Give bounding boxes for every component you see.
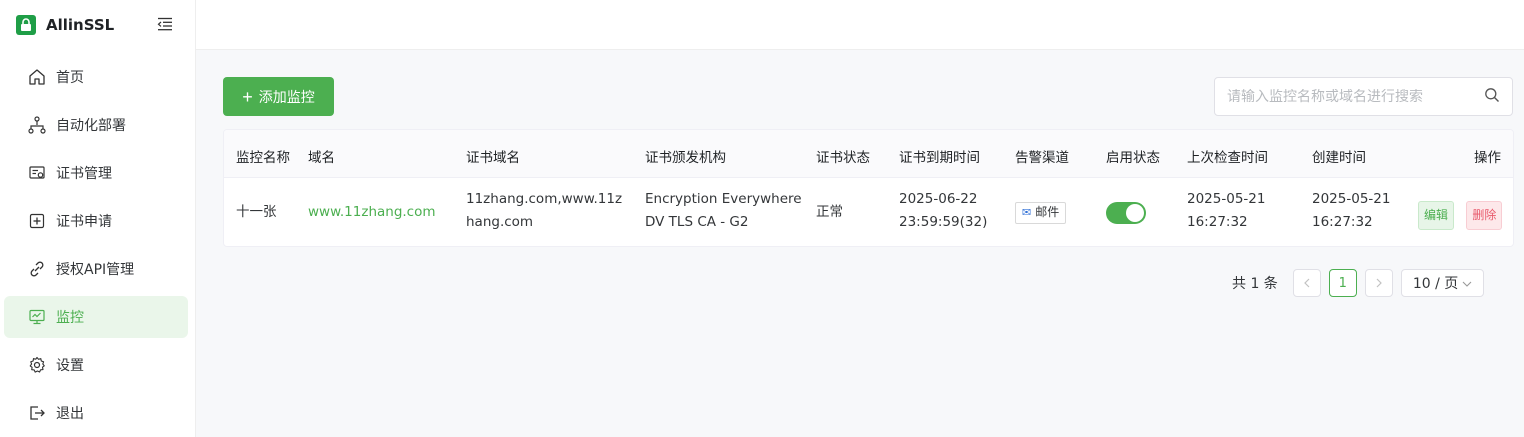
created-time: 16:27:32 bbox=[1312, 214, 1373, 230]
last-check-time: 16:27:32 bbox=[1187, 214, 1248, 230]
logout-icon bbox=[28, 404, 46, 422]
sidebar-nav: 首页 自动化部署 证书管理 证书申请 授权API管理 监控 设置 退出 bbox=[4, 56, 188, 437]
lock-logo-icon bbox=[16, 15, 36, 35]
app-name: AllinSSL bbox=[46, 16, 115, 34]
add-monitor-label: 添加监控 bbox=[258, 88, 315, 105]
actions-cell: 编辑 删除 bbox=[1418, 201, 1503, 230]
search-icon[interactable] bbox=[1484, 87, 1500, 107]
enable-switch[interactable] bbox=[1106, 202, 1146, 224]
page-size-label: 10 / 页 bbox=[1412, 276, 1459, 292]
chevron-left-icon bbox=[1303, 278, 1310, 288]
sidebar-item-apply[interactable]: 证书申请 bbox=[4, 200, 188, 242]
switch-knob bbox=[1126, 204, 1144, 222]
sidebar-item-label: 设置 bbox=[56, 358, 84, 374]
issuer-cell: Encryption Everywhere DV TLS CA - G2 bbox=[645, 188, 802, 234]
chevron-right-icon bbox=[1376, 278, 1382, 288]
table-row: 十一张 www.11zhang.com 11zhang.com,www.11z … bbox=[224, 178, 1513, 246]
last-check-cell: 2025-05-21 16:27:32 bbox=[1187, 188, 1265, 234]
page-button[interactable]: 1 bbox=[1328, 269, 1357, 297]
column-header: 启用状态 bbox=[1106, 150, 1160, 166]
menu-collapse-icon[interactable] bbox=[157, 17, 173, 35]
monitor-table: 监控名称 域名 证书域名 证书颁发机构 证书状态 证书到期时间 告警渠道 启用状… bbox=[223, 129, 1514, 247]
add-monitor-button[interactable]: + 添加监控 bbox=[223, 77, 334, 116]
edit-button[interactable]: 编辑 bbox=[1418, 201, 1455, 230]
cert-domain-line: hang.com bbox=[466, 214, 534, 230]
alert-channel-cell: ✉ 邮件 bbox=[1015, 201, 1067, 224]
cert-domain-line: 11zhang.com,www.11z bbox=[466, 191, 623, 207]
column-header: 创建时间 bbox=[1312, 150, 1366, 166]
alert-channel-tag: ✉ 邮件 bbox=[1015, 201, 1067, 224]
sidebar-item-label: 授权API管理 bbox=[56, 262, 135, 278]
cert-domain-cell: 11zhang.com,www.11z hang.com bbox=[466, 188, 622, 234]
home-icon bbox=[28, 68, 46, 86]
sidebar-item-settings[interactable]: 设置 bbox=[4, 344, 188, 386]
enable-toggle[interactable] bbox=[1106, 202, 1146, 224]
api-link-icon bbox=[28, 260, 46, 278]
sidebar-item-label: 首页 bbox=[56, 70, 84, 86]
prev-page-button[interactable] bbox=[1292, 269, 1321, 297]
column-header: 证书颁发机构 bbox=[645, 150, 726, 166]
sidebar-item-monitor[interactable]: 监控 bbox=[4, 296, 188, 338]
certificate-icon bbox=[28, 164, 46, 182]
sidebar-item-label: 证书申请 bbox=[56, 214, 112, 230]
created-date: 2025-05-21 bbox=[1312, 191, 1391, 207]
pagination: 共 1 条 1 10 / 页 bbox=[1232, 269, 1484, 297]
sidebar-item-certificates[interactable]: 证书管理 bbox=[4, 152, 188, 194]
column-header: 监控名称 bbox=[236, 150, 290, 166]
last-check-date: 2025-05-21 bbox=[1187, 191, 1266, 207]
column-header: 证书状态 bbox=[816, 150, 870, 166]
plus-square-icon bbox=[28, 212, 46, 230]
search-input[interactable] bbox=[1227, 88, 1484, 105]
sidebar-item-deploy[interactable]: 自动化部署 bbox=[4, 104, 188, 146]
sidebar-item-label: 监控 bbox=[56, 310, 84, 326]
alert-channel-label: 邮件 bbox=[1035, 205, 1060, 219]
cert-status: 正常 bbox=[816, 204, 843, 220]
sidebar: AllinSSL 首页 自动化部署 证书管理 证书申请 授权API管理 监控 设… bbox=[0, 0, 196, 437]
column-header: 域名 bbox=[308, 150, 335, 166]
issuer-line: DV TLS CA - G2 bbox=[645, 214, 749, 230]
expire-date: 2025-06-22 bbox=[899, 191, 978, 207]
sidebar-item-logout[interactable]: 退出 bbox=[4, 392, 188, 434]
delete-button[interactable]: 删除 bbox=[1466, 201, 1503, 230]
table-header: 监控名称 域名 证书域名 证书颁发机构 证书状态 证书到期时间 告警渠道 启用状… bbox=[224, 130, 1513, 178]
column-header: 证书到期时间 bbox=[899, 150, 980, 166]
sidebar-item-home[interactable]: 首页 bbox=[4, 56, 188, 98]
column-header: 告警渠道 bbox=[1015, 150, 1069, 166]
column-header: 操作 bbox=[1474, 150, 1501, 166]
sidebar-item-label: 证书管理 bbox=[56, 166, 112, 182]
created-cell: 2025-05-21 16:27:32 bbox=[1312, 188, 1390, 234]
domain-link[interactable]: www.11zhang.com bbox=[308, 201, 436, 224]
expire-cell: 2025-06-22 23:59:59(32) bbox=[899, 188, 987, 234]
search-box bbox=[1214, 77, 1513, 116]
sidebar-item-label: 自动化部署 bbox=[56, 118, 126, 134]
total-count: 共 1 条 bbox=[1232, 276, 1278, 292]
page-size-select[interactable]: 10 / 页 bbox=[1400, 269, 1484, 297]
monitor-icon bbox=[28, 308, 46, 326]
sidebar-item-api[interactable]: 授权API管理 bbox=[4, 248, 188, 290]
monitor-name: 十一张 bbox=[236, 204, 277, 220]
plus-icon: + bbox=[242, 86, 253, 107]
column-header: 上次检查时间 bbox=[1187, 150, 1268, 166]
column-header: 证书域名 bbox=[466, 150, 520, 166]
chevron-down-icon bbox=[1462, 277, 1472, 290]
issuer-line: Encryption Everywhere bbox=[645, 191, 802, 207]
expire-time: 23:59:59(32) bbox=[899, 214, 988, 230]
next-page-button[interactable] bbox=[1364, 269, 1393, 297]
workflow-icon bbox=[28, 116, 46, 134]
mail-icon: ✉ bbox=[1022, 206, 1032, 219]
sidebar-item-label: 退出 bbox=[56, 406, 84, 422]
gear-icon bbox=[28, 356, 46, 374]
top-bar bbox=[196, 0, 1524, 50]
